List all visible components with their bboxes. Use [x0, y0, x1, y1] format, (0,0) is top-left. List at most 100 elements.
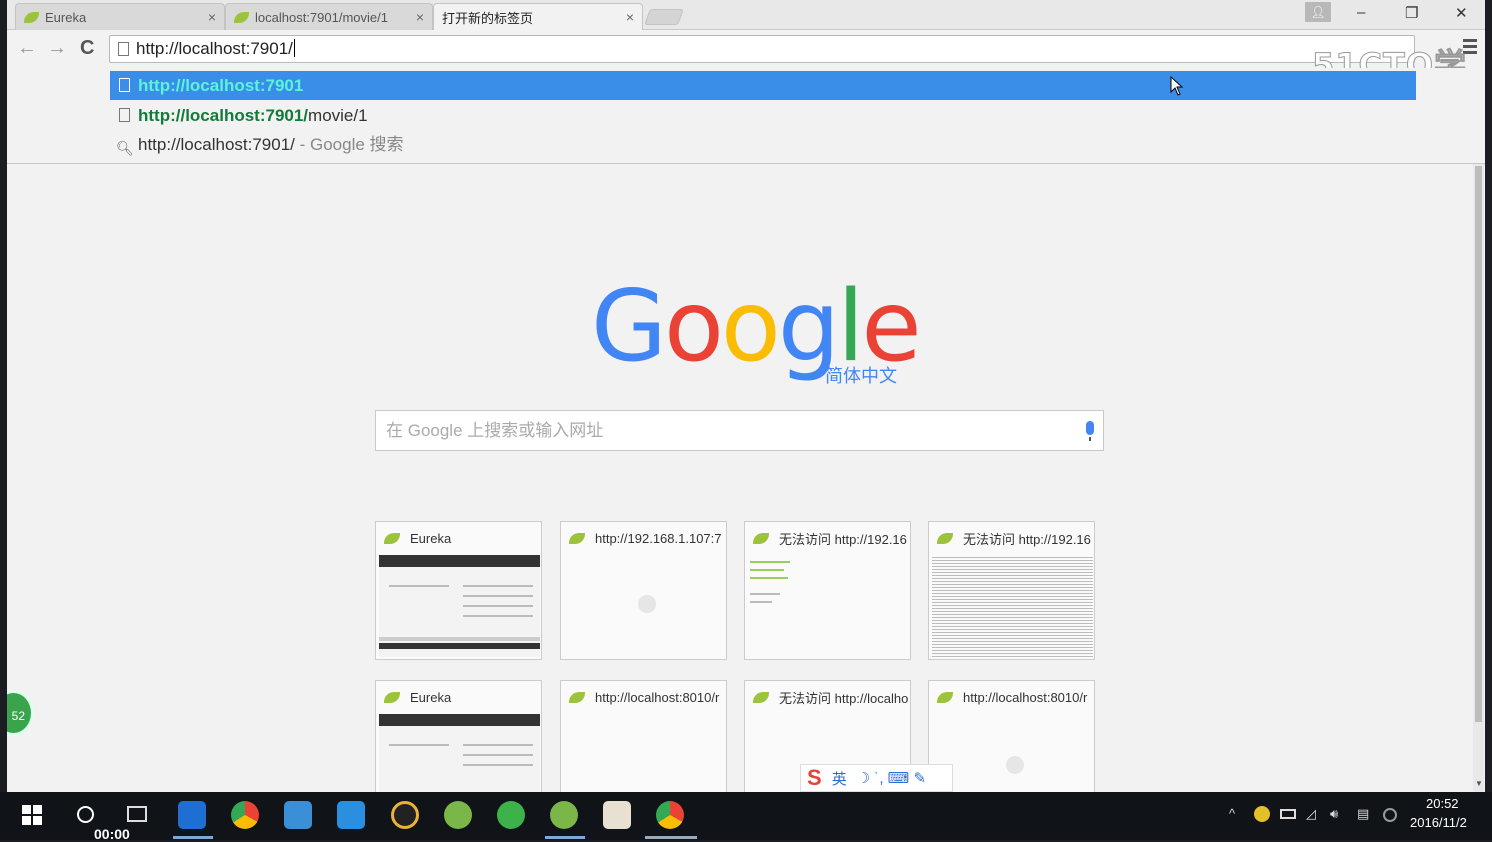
suggestion-url: http://localhost:7901: [138, 76, 304, 95]
tile-thumbnail: [564, 714, 725, 792]
profile-icon[interactable]: 👤︎: [1305, 2, 1331, 22]
presentation-icon[interactable]: [603, 801, 631, 829]
tile-title: Eureka: [410, 530, 452, 546]
network-app-icon[interactable]: [284, 801, 312, 829]
suggestion-url: http://localhost:7901/: [138, 106, 309, 125]
suggestion-query: http://localhost:7901/: [138, 135, 295, 154]
suggestion-item[interactable]: http://localhost:7901: [110, 71, 1416, 100]
windows-start-icon[interactable]: [22, 805, 42, 825]
cortana-icon[interactable]: [77, 806, 94, 823]
tab-strip: Eureka × localhost:7901/movie/1 × 打开新的标签…: [7, 0, 1485, 30]
volume-icon[interactable]: 🔊︎: [1330, 806, 1338, 822]
search-placeholder: 在 Google 上搜索或输入网址: [386, 421, 604, 440]
scroll-down-icon[interactable]: ▼: [1475, 779, 1483, 788]
spring-leaf-icon: [937, 532, 953, 544]
tile-thumbnail: [379, 555, 540, 657]
sogou-icon[interactable]: S: [807, 765, 822, 791]
suggestion-suffix: - Google 搜索: [294, 135, 404, 154]
most-visited-tile[interactable]: Eureka: [375, 680, 542, 792]
scrollbar-thumb[interactable]: [1475, 166, 1482, 722]
tab-title: 打开新的标签页: [442, 10, 534, 26]
floating-badge[interactable]: 52: [7, 690, 34, 736]
most-visited-tile[interactable]: http://192.168.1.107:7: [560, 521, 727, 660]
spring-leaf-icon: [234, 11, 249, 23]
page-icon: [118, 42, 129, 56]
ime-tools-icon[interactable]: ☽ ˙, ⌨ ✎: [857, 769, 926, 787]
close-tab-icon[interactable]: ×: [208, 9, 216, 25]
tile-thumbnail: [932, 555, 1093, 657]
wechat-icon[interactable]: [497, 801, 525, 829]
most-visited-tile[interactable]: http://localhost:8010/r: [560, 680, 727, 792]
spring-leaf-icon: [384, 691, 400, 703]
search-icon: 🔍︎: [116, 140, 134, 156]
most-visited-tile[interactable]: http://localhost:8010/r: [928, 680, 1095, 792]
tile-thumbnail: [748, 555, 909, 657]
forward-button[interactable]: →: [47, 37, 67, 60]
spring-leaf-icon: [937, 691, 953, 703]
task-view-icon[interactable]: [127, 806, 147, 822]
battery-icon[interactable]: [1280, 809, 1296, 819]
most-visited-tile[interactable]: Eureka: [375, 521, 542, 660]
wifi-icon[interactable]: ◿: [1306, 806, 1316, 822]
most-visited-tile[interactable]: 无法访问 http://192.16: [928, 521, 1095, 660]
tile-title: http://192.168.1.107:7: [595, 530, 722, 546]
spring-leaf-icon: [753, 691, 769, 703]
tab-title: localhost:7901/movie/1: [255, 9, 388, 25]
spring-leaf-icon: [753, 532, 769, 544]
close-tab-icon[interactable]: ×: [416, 9, 424, 25]
chrome-icon[interactable]: [231, 801, 259, 829]
spring-tool-icon[interactable]: [444, 801, 472, 829]
ime-toolbar[interactable]: S 英 ☽ ˙, ⌨ ✎: [800, 764, 953, 792]
address-bar[interactable]: http://localhost:7901/: [109, 35, 1415, 63]
logo-subtitle: 简体中文: [825, 366, 897, 386]
clock-date[interactable]: 2016/11/2: [1410, 815, 1467, 830]
ime-language[interactable]: 英: [832, 768, 847, 789]
microphone-icon[interactable]: [1086, 421, 1094, 441]
restore-button[interactable]: ❐: [1405, 4, 1418, 22]
spring-tool-icon[interactable]: [550, 801, 578, 829]
tile-title: 无法访问 http://192.16: [779, 531, 907, 547]
new-tab-button[interactable]: [644, 9, 684, 25]
close-window-button[interactable]: ✕: [1455, 4, 1468, 22]
notification-icon[interactable]: ▤: [1357, 806, 1369, 822]
qq-icon[interactable]: [391, 801, 419, 829]
back-button[interactable]: ←: [17, 37, 37, 60]
google-search-input[interactable]: 在 Google 上搜索或输入网址: [375, 410, 1104, 451]
feather-app-icon[interactable]: [337, 801, 365, 829]
tab-new-tab[interactable]: 打开新的标签页 ×: [433, 3, 643, 30]
spring-leaf-icon: [24, 11, 39, 23]
omnibox-suggestions: http://localhost:7901 http://localhost:7…: [7, 68, 1485, 164]
minimize-button[interactable]: –: [1357, 4, 1365, 21]
tray-app-icon[interactable]: [1254, 806, 1270, 822]
status-icon[interactable]: [1383, 808, 1397, 822]
text-caret: [293, 39, 295, 57]
tab-eureka[interactable]: Eureka ×: [15, 3, 225, 30]
tile-title: Eureka: [410, 689, 452, 705]
tray-expand-icon[interactable]: ^: [1229, 806, 1235, 821]
suggestion-url-rest: movie/1: [308, 106, 368, 125]
page-icon: [119, 108, 130, 122]
suggestion-item[interactable]: 🔍︎ http://localhost:7901/ - Google 搜索: [110, 130, 1416, 159]
clock-time[interactable]: 20:52: [1426, 796, 1459, 811]
tile-title: http://localhost:8010/r: [595, 689, 720, 705]
spring-leaf-icon: [569, 532, 585, 544]
logo-letter: o: [720, 270, 781, 384]
chrome-icon[interactable]: [656, 801, 684, 829]
browser-toolbar: ← → C http://localhost:7901/: [7, 30, 1485, 68]
reload-button[interactable]: C: [80, 37, 94, 60]
browser-window: Eureka × localhost:7901/movie/1 × 打开新的标签…: [7, 0, 1485, 792]
vertical-scrollbar[interactable]: ▼: [1473, 164, 1484, 792]
tile-thumbnail: [379, 714, 540, 792]
tile-thumbnail: [932, 714, 1093, 792]
tab-movie[interactable]: localhost:7901/movie/1 ×: [225, 3, 433, 30]
most-visited-tile[interactable]: 无法访问 http://192.16: [744, 521, 911, 660]
tab-title: Eureka: [45, 9, 87, 25]
spring-leaf-icon: [384, 532, 400, 544]
tile-thumbnail: [564, 555, 725, 657]
page-icon: [119, 78, 130, 92]
close-tab-icon[interactable]: ×: [626, 9, 634, 25]
app-icon-blue[interactable]: [178, 801, 206, 829]
suggestion-item[interactable]: http://localhost:7901/movie/1: [110, 101, 1416, 130]
logo-letter: G: [591, 270, 667, 384]
active-indicator: [645, 836, 697, 839]
